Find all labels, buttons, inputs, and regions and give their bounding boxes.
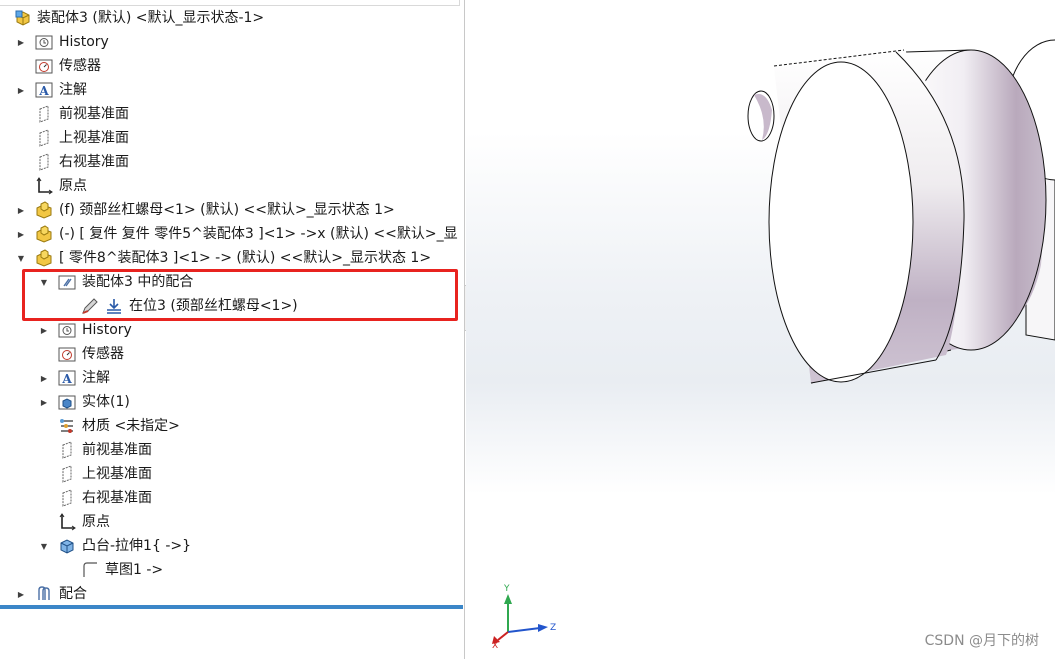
tree-item-label: 材质 <未指定> [82,418,180,434]
coordinate-triad: Y Z X [492,584,556,651]
tree-item-label: 原点 [59,178,87,194]
tree-item-label: 传感器 [59,58,101,74]
highlight-annotation-box [22,269,458,321]
assembly-icon [14,9,32,27]
tree-item-label: 右视基准面 [82,490,152,506]
mates-icon [35,585,53,603]
plane-icon [58,441,76,459]
tree-item-label: History [82,322,132,338]
part-icon [35,201,53,219]
tree-item-label: 上视基准面 [59,130,129,146]
plane-icon [58,465,76,483]
expand-arrow-icon[interactable]: ▶ [16,198,26,222]
tree-item-label: 配合 [59,586,87,602]
collapse-arrow-icon[interactable]: ▼ [39,534,49,558]
expand-arrow-icon[interactable]: ▶ [39,390,49,414]
feature-manager-tree: 装配体3 (默认) <默认_显示状态-1> ▶ History 传感器 ▶ A … [0,0,465,659]
plane-icon [35,153,53,171]
tree-root-label: 装配体3 (默认) <默认_显示状态-1> [37,10,265,26]
tree-item-label: History [59,34,109,50]
part-icon [35,225,53,243]
tree-item-label: 传感器 [82,346,124,362]
origin-icon [58,513,76,531]
triad-y-label: Y [503,584,510,594]
collapse-arrow-icon[interactable]: ▼ [16,246,26,270]
history-folder-icon [35,33,53,51]
expand-arrow-icon[interactable]: ▶ [16,222,26,246]
origin-icon [35,177,53,195]
tree-item-label: [ 零件8^装配体3 ]<1> -> (默认) <<默认>_显示状态 1> [59,250,432,266]
tree-top-border [0,0,460,6]
sensor-icon [58,345,76,363]
boss-extrude-icon [58,537,76,555]
tree-item-label: (f) 颈部丝杠螺母<1> (默认) <<默认>_显示状态 1> [59,202,395,218]
graphics-viewport[interactable]: Y Z X [466,0,1055,659]
sensor-icon [35,57,53,75]
triad-z-label: Z [550,623,556,633]
front-cylinder [747,49,965,384]
material-icon [58,417,76,435]
tree-item-label: 前视基准面 [82,442,152,458]
tree-item-label: 注解 [59,82,87,98]
tree-item-label: 上视基准面 [82,466,152,482]
expand-arrow-icon[interactable]: ▶ [39,366,49,390]
expand-arrow-icon[interactable]: ▶ [16,30,26,54]
model-view: Y Z X [492,39,1055,651]
tree-item-label: 草图1 -> [105,562,164,578]
svg-text:A: A [61,372,72,386]
plane-icon [35,105,53,123]
tree-item-label: 原点 [82,514,110,530]
part-icon [35,249,53,267]
expand-arrow-icon[interactable]: ▶ [16,582,26,606]
solid-body-folder-icon [58,393,76,411]
tree-item-label: 前视基准面 [59,106,129,122]
sketch-icon [81,561,99,579]
tree-item-label: 右视基准面 [59,154,129,170]
tree-item-label: 实体(1) [82,394,130,410]
history-folder-icon [58,321,76,339]
tree-bottom-accent-bar [0,605,463,609]
annotation-icon: A [35,81,53,99]
watermark-text: CSDN @月下的树 [924,633,1039,649]
expand-arrow-icon[interactable]: ▶ [39,318,49,342]
tree-item-label: 凸台-拉伸1{ ->} [82,538,192,554]
svg-text:A: A [38,84,49,98]
expand-arrow-icon[interactable]: ▶ [16,78,26,102]
plane-icon [58,489,76,507]
tree-item-label: 注解 [82,370,110,386]
plane-icon [35,129,53,147]
tree-item-label: (-) [ 复件 复件 零件5^装配体3 ]<1> ->x (默认) <<默认>… [59,226,458,242]
triad-x-label: X [492,641,498,651]
annotation-icon: A [58,369,76,387]
